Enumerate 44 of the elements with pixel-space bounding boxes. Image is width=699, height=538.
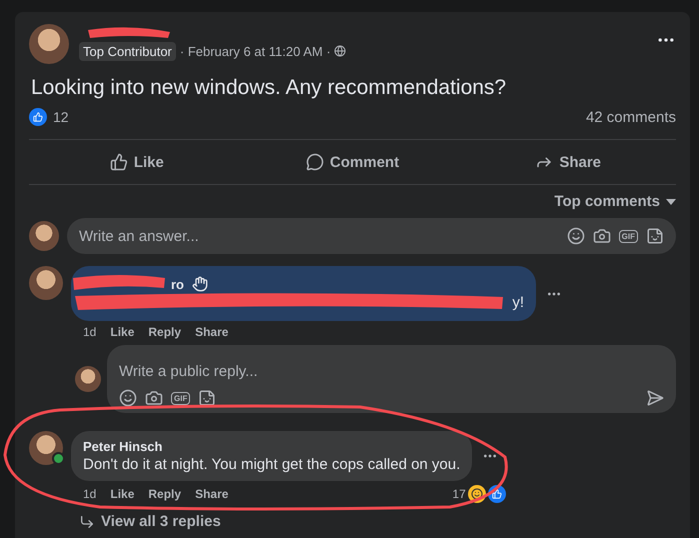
user-avatar[interactable] — [29, 266, 63, 300]
comment-action-link[interactable]: Reply — [148, 325, 182, 339]
comment-action-link[interactable]: Reply — [148, 487, 182, 501]
comment-action-link[interactable]: Like — [110, 487, 134, 501]
comment-text: y! — [512, 294, 524, 311]
emoji-icon[interactable] — [119, 389, 137, 407]
camera-icon[interactable] — [592, 227, 611, 245]
send-icon[interactable] — [646, 389, 664, 407]
globe-icon — [334, 45, 346, 57]
post-action-button[interactable]: Share — [460, 140, 676, 184]
thumbs-up-icon — [110, 153, 128, 171]
commenter-name[interactable]: Peter Hinsch — [83, 439, 162, 454]
comment-action-link[interactable]: Like — [110, 325, 134, 339]
comment-action-link[interactable]: Share — [195, 487, 228, 501]
emoji-icon[interactable] — [566, 227, 585, 245]
gif-button[interactable]: GIF — [171, 392, 190, 404]
user-avatar[interactable] — [75, 366, 101, 392]
answer-field[interactable]: Write an answer... GIF — [67, 218, 676, 254]
camera-icon[interactable] — [145, 389, 163, 407]
user-avatar[interactable] — [29, 431, 63, 465]
gif-button[interactable]: GIF — [618, 230, 638, 242]
post-timestamp[interactable]: · February 6 at 11:20 AM · — [180, 44, 331, 58]
view-replies-link[interactable]: View all 3 replies — [79, 513, 676, 530]
like-count[interactable]: 12 — [53, 109, 69, 125]
speech-bubble-icon — [306, 153, 324, 171]
comment-time: 1d — [83, 487, 96, 501]
post-action-button[interactable]: Comment — [244, 140, 460, 184]
author-avatar[interactable] — [29, 24, 69, 64]
reaction-count: 17 — [452, 487, 466, 501]
commenter-name[interactable]: ro — [171, 276, 184, 292]
comment-time: 1d — [83, 325, 96, 339]
sticker-icon[interactable] — [198, 389, 216, 407]
comment-count[interactable]: 42 comments — [586, 108, 676, 126]
top-contributor-badge: Top Contributor — [79, 42, 176, 60]
comment-text: Don't do it at night. You might get the cops called on you. — [83, 456, 460, 473]
post-text: Looking into new windows. Any recommendations? — [31, 76, 508, 100]
sort-dropdown[interactable]: Top comments — [554, 193, 676, 210]
wave-icon — [192, 276, 208, 292]
post-action-button[interactable]: Like — [29, 140, 245, 184]
reply-field[interactable]: Write a public reply... GIF — [107, 345, 676, 413]
user-avatar[interactable] — [29, 221, 59, 251]
reply-arrow-icon — [79, 514, 95, 530]
comment-action-link[interactable]: Share — [195, 325, 228, 339]
sticker-icon[interactable] — [646, 227, 664, 245]
